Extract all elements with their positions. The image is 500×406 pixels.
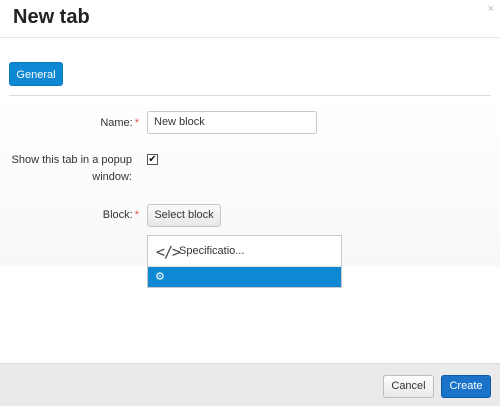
- block-label: Block: *: [60, 207, 139, 224]
- tab-general[interactable]: General: [9, 62, 63, 86]
- popup-checkbox[interactable]: ✔: [147, 154, 158, 165]
- popup-label-line2: window:: [92, 171, 132, 183]
- name-label-text: Name:: [100, 117, 133, 129]
- gear-icon[interactable]: ⚙: [155, 270, 165, 283]
- popup-label-line1: Show this tab in a popup: [11, 154, 132, 166]
- required-mark: *: [134, 117, 139, 129]
- block-list: </> Specificatio... ⚙: [147, 235, 342, 288]
- tab-bar: General: [0, 38, 500, 95]
- new-tab-dialog: New tab × General Name: * New block Show …: [0, 0, 500, 406]
- dialog-footer: Cancel Create: [0, 363, 500, 406]
- popup-label: Show this tab in a popup window:: [10, 152, 132, 186]
- block-item-label: Specificatio...: [179, 245, 245, 257]
- selected-block-row[interactable]: ⚙: [148, 267, 341, 287]
- dialog-header: New tab ×: [0, 0, 500, 38]
- select-block-button[interactable]: Select block: [147, 204, 221, 227]
- list-item[interactable]: </> Specificatio...: [148, 236, 341, 267]
- block-label-text: Block:: [102, 209, 133, 221]
- name-input[interactable]: New block: [147, 111, 317, 134]
- code-icon: </>: [156, 243, 181, 261]
- dialog-title: New tab: [13, 6, 90, 28]
- create-button[interactable]: Create: [441, 375, 491, 398]
- cancel-button[interactable]: Cancel: [383, 375, 434, 398]
- required-mark: *: [134, 209, 139, 221]
- close-icon[interactable]: ×: [488, 3, 494, 15]
- name-label: Name: *: [60, 115, 139, 132]
